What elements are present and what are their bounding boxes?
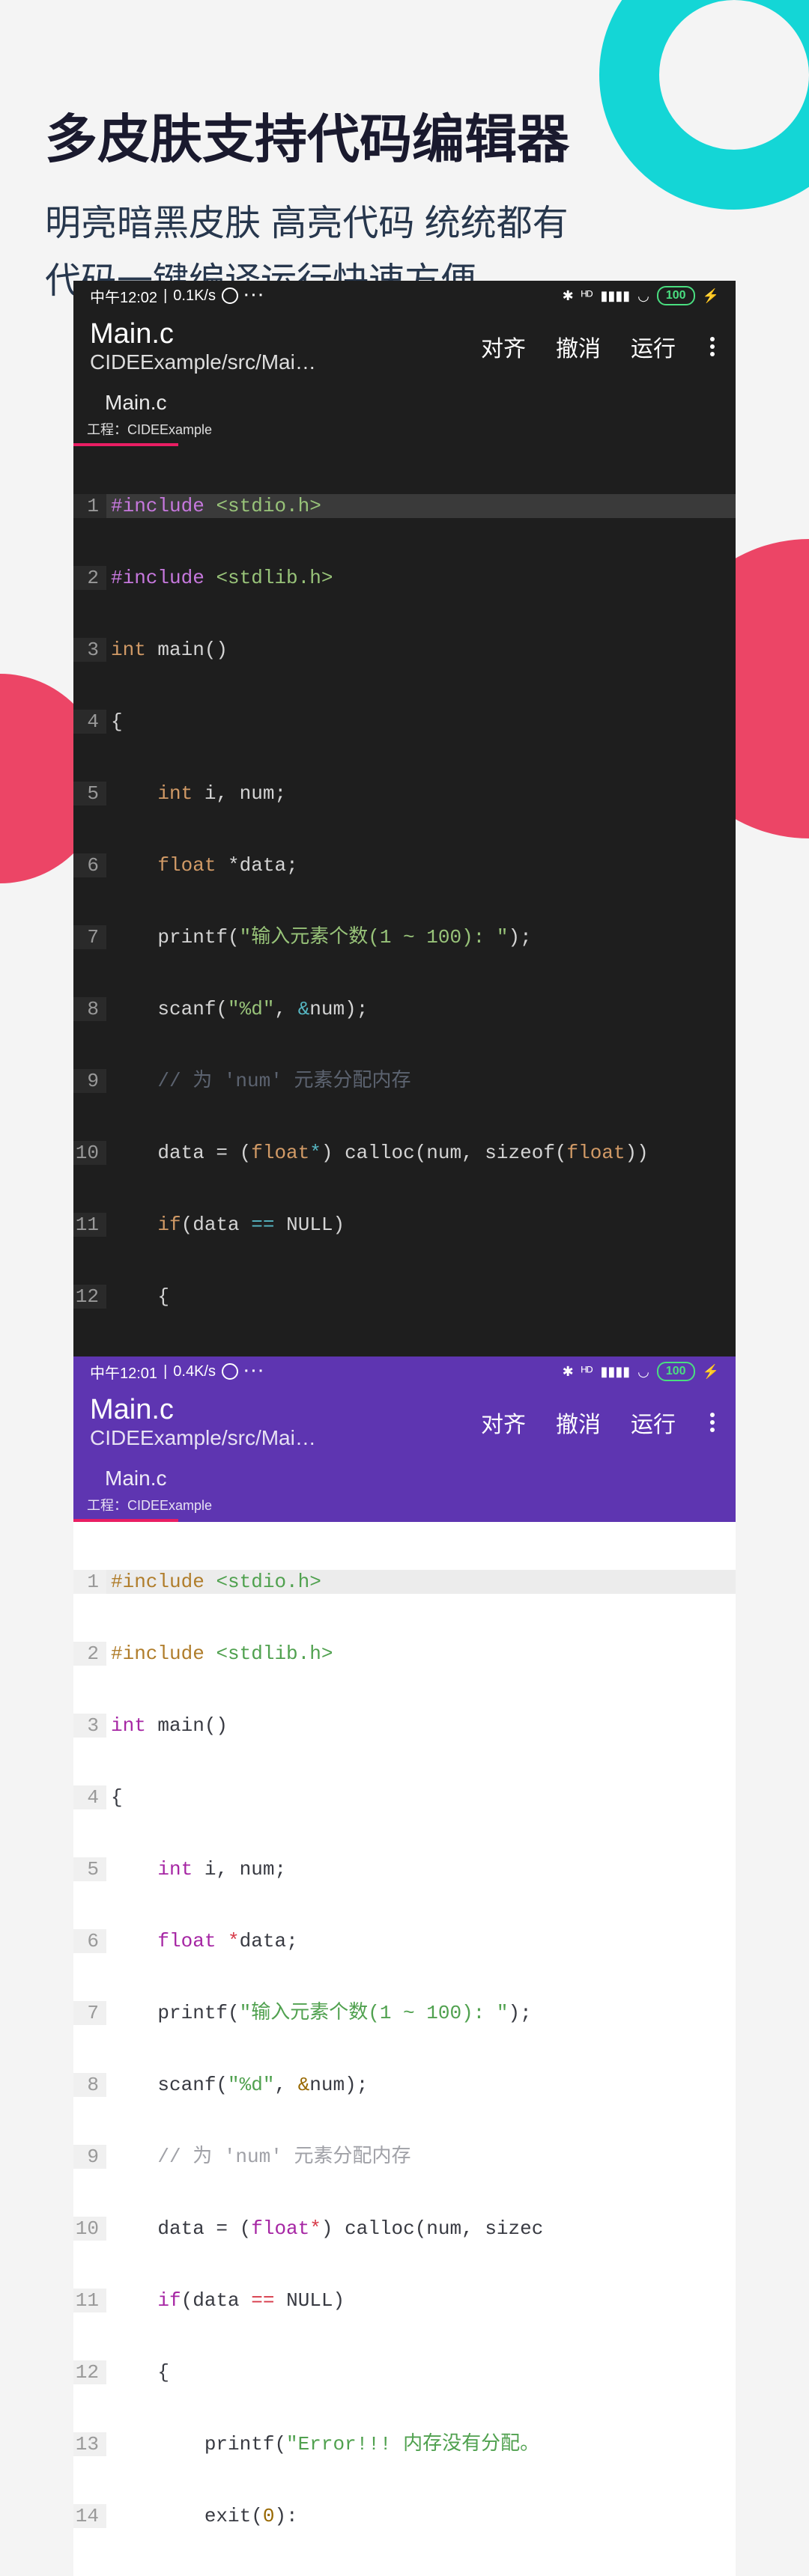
status-time: 中午12:02 — [90, 285, 157, 307]
compass-icon — [222, 1363, 238, 1380]
wifi-icon: ◡ — [637, 288, 649, 304]
hd-icon: ᴴᴰ — [581, 288, 593, 304]
signal-icon: ▮▮▮▮ — [601, 288, 631, 304]
compass-icon — [222, 287, 238, 304]
app-title: Main.c — [90, 1394, 481, 1426]
editor-dark[interactable]: 1#include <stdio.h> 2#include <stdlib.h>… — [73, 446, 736, 1356]
bluetooth-icon: ✱ — [563, 288, 574, 304]
app-bar-light: Main.c CIDEExample/src/Mai… 对齐 撤消 运行 — [73, 1386, 736, 1461]
overflow-menu-icon[interactable] — [706, 337, 719, 356]
status-more-icon: ··· — [244, 1363, 266, 1380]
editor-light[interactable]: 1#include <stdio.h> 2#include <stdlib.h>… — [73, 1522, 736, 2576]
signal-icon: ▮▮▮▮ — [601, 1364, 631, 1380]
tab-indicator — [73, 443, 178, 446]
undo-button[interactable]: 撤消 — [556, 330, 601, 363]
app-bar-dark: Main.c CIDEExample/src/Mai… 对齐 撤消 运行 — [73, 311, 736, 385]
project-label: 工程：CIDEExample — [73, 1495, 736, 1519]
charging-icon: ⚡ — [703, 288, 719, 304]
tab-file[interactable]: Main.c — [73, 1461, 183, 1495]
headline-title: 多皮肤支持代码编辑器 — [45, 97, 764, 173]
align-button[interactable]: 对齐 — [481, 1406, 526, 1439]
status-more-icon: ··· — [244, 287, 266, 305]
status-bar-dark: 中午12:02 | 0.1K/s ··· ✱ ᴴᴰ ▮▮▮▮ ◡ 100 ⚡ — [73, 281, 736, 311]
app-path: CIDEExample/src/Mai… — [90, 1426, 481, 1450]
app-title: Main.c — [90, 318, 481, 350]
status-speed: 0.4K/s — [173, 1363, 216, 1380]
battery-icon: 100 — [657, 1362, 695, 1381]
wifi-icon: ◡ — [637, 1364, 649, 1380]
charging-icon: ⚡ — [703, 1364, 719, 1380]
status-time: 中午12:01 — [90, 1361, 157, 1383]
tab-file[interactable]: Main.c — [73, 385, 183, 419]
undo-button[interactable]: 撤消 — [556, 1406, 601, 1439]
phone-dark-theme: 中午12:02 | 0.1K/s ··· ✱ ᴴᴰ ▮▮▮▮ ◡ 100 ⚡ M… — [73, 281, 736, 1356]
run-button[interactable]: 运行 — [631, 1406, 676, 1439]
overflow-menu-icon[interactable] — [706, 1413, 719, 1432]
phone-light-theme: 中午12:01 | 0.4K/s ··· ✱ ᴴᴰ ▮▮▮▮ ◡ 100 ⚡ M… — [73, 1356, 736, 2576]
run-button[interactable]: 运行 — [631, 330, 676, 363]
hd-icon: ᴴᴰ — [581, 1364, 593, 1380]
status-speed: 0.1K/s — [173, 287, 216, 305]
project-label: 工程：CIDEExample — [73, 419, 736, 443]
headline-line1: 明亮暗黑皮肤 高亮代码 统统都有 — [45, 195, 764, 253]
status-bar-light: 中午12:01 | 0.4K/s ··· ✱ ᴴᴰ ▮▮▮▮ ◡ 100 ⚡ — [73, 1356, 736, 1386]
battery-icon: 100 — [657, 286, 695, 305]
align-button[interactable]: 对齐 — [481, 330, 526, 363]
bluetooth-icon: ✱ — [563, 1364, 574, 1380]
tab-indicator — [73, 1519, 178, 1522]
app-path: CIDEExample/src/Mai… — [90, 350, 481, 374]
